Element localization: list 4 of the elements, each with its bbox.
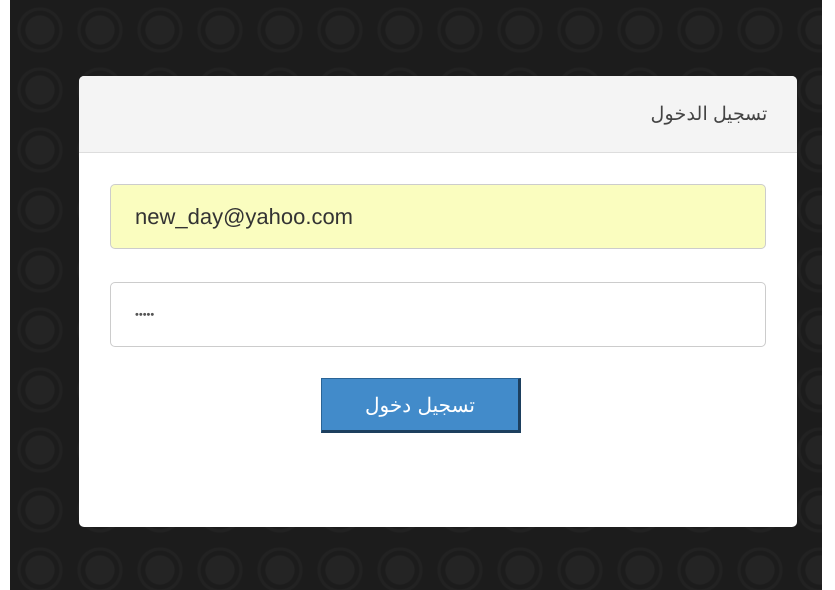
login-button[interactable]: تسجيل دخول [321, 378, 521, 433]
panel-title: تسجيل الدخول [650, 103, 767, 126]
email-field[interactable]: new_day@yahoo.com [110, 184, 766, 249]
password-field[interactable]: ••••• [110, 282, 766, 347]
